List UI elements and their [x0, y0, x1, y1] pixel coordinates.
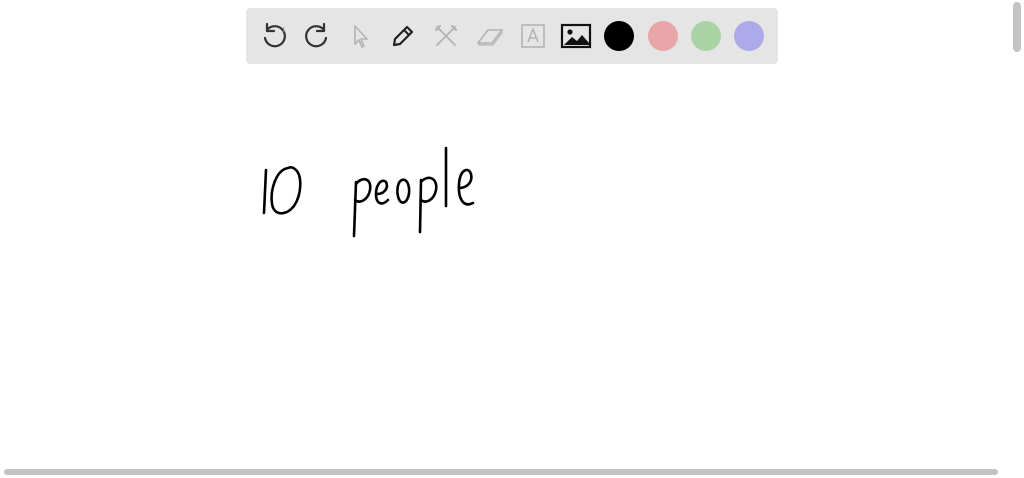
redo-icon	[305, 22, 328, 48]
color-swatch-red[interactable]	[648, 21, 678, 51]
horizontal-scrollbar[interactable]	[0, 466, 1010, 478]
undo-button[interactable]	[258, 20, 290, 52]
handwritten-strokes	[262, 146, 475, 238]
horizontal-scrollbar-thumb[interactable]	[4, 469, 998, 475]
drawing-canvas[interactable]: 10 people	[0, 72, 1010, 464]
select-tool-button[interactable]	[344, 20, 376, 52]
drawing-toolbar	[246, 8, 778, 64]
crossed-tools-icon	[434, 24, 458, 46]
pointer-icon	[354, 25, 368, 48]
pen-tool-button[interactable]	[387, 20, 419, 52]
stroke-letter-e2	[457, 168, 475, 206]
tools-button[interactable]	[430, 20, 462, 52]
whiteboard-app: 10 people	[0, 0, 1024, 478]
stroke-letter-o	[396, 178, 411, 204]
text-box-icon	[521, 24, 545, 48]
eraser-icon	[477, 28, 503, 46]
color-swatch-black[interactable]	[604, 21, 634, 51]
stroke-letter-p2	[418, 176, 438, 234]
stroke-digit-1	[262, 168, 268, 215]
image-icon	[560, 23, 592, 49]
color-swatch-green[interactable]	[691, 21, 721, 51]
vertical-scrollbar-thumb[interactable]	[1013, 2, 1021, 52]
stroke-digit-0	[270, 166, 302, 215]
pencil-icon	[392, 25, 414, 47]
text-tool-button[interactable]	[517, 20, 549, 52]
eraser-tool-button[interactable]	[474, 20, 506, 52]
redo-button[interactable]	[301, 20, 333, 52]
undo-icon	[263, 22, 286, 48]
image-tool-button[interactable]	[560, 20, 592, 52]
color-swatch-purple[interactable]	[734, 21, 764, 51]
stroke-letter-e	[374, 179, 390, 205]
vertical-scrollbar[interactable]	[1010, 0, 1024, 478]
stroke-letter-p	[352, 177, 372, 238]
